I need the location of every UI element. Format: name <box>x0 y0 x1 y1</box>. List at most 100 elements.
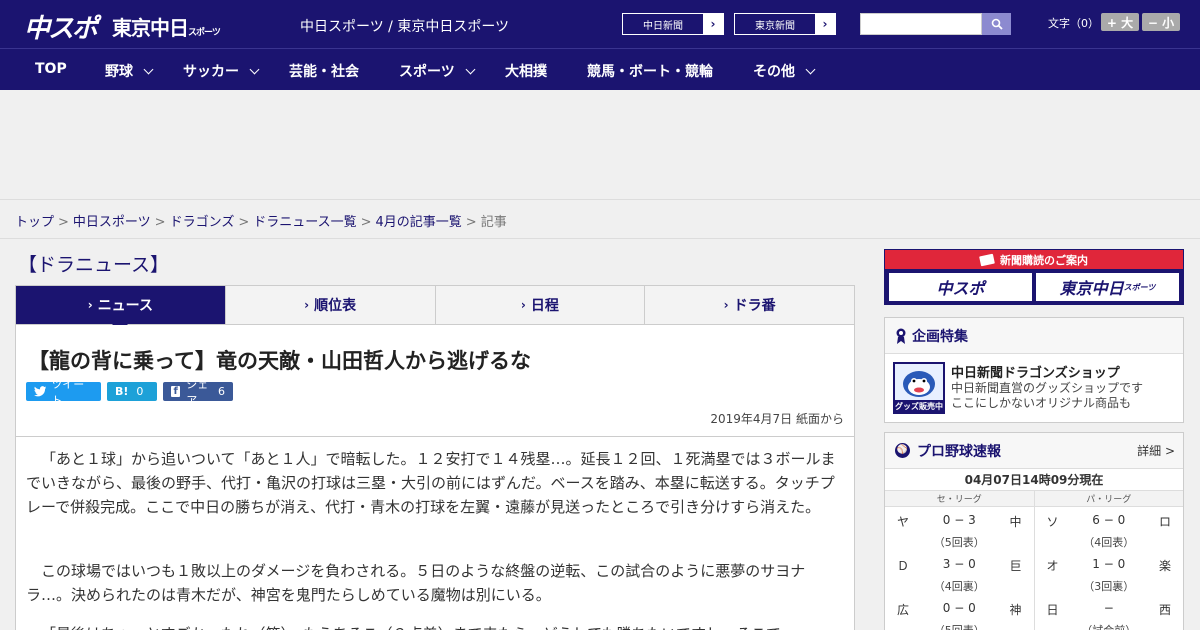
site-links[interactable]: 中日スポーツ / 東京中日スポーツ <box>300 16 509 36</box>
shop-desc-line: ここにしかないオリジナル商品も <box>951 396 1132 410</box>
chunichi-shimbun-button[interactable]: 中日新聞 › <box>622 13 724 35</box>
game-row[interactable]: Ｄ 3 − 0 巨 （4回裏） <box>885 551 1034 595</box>
special-features-card: 企画特集 グッズ販売中 中日新聞ドラゴンズショップ 中日新聞直営のグッズショップ… <box>884 317 1184 423</box>
pro-baseball-header: ⚾ プロ野球速報 詳細 > <box>885 433 1183 469</box>
mascot-icon: グッズ販売中 <box>895 371 943 412</box>
game-row[interactable]: ソ 6 − 0 ロ （4回表） <box>1035 507 1184 551</box>
game-row[interactable]: 日 − 西 （試合前） <box>1035 595 1184 630</box>
nav-soccer[interactable]: サッカー <box>183 61 260 81</box>
game-inning: （3回裏） <box>1083 580 1135 593</box>
breadcrumb: トップ > 中日スポーツ > ドラゴンズ > ドラニュース一覧 >4月の記事一覧 > 記事 <box>15 211 507 230</box>
away-team: ロ <box>1158 515 1171 529</box>
breadcrumb-sep: > <box>238 215 250 230</box>
tweet-button[interactable]: ツイート <box>26 378 101 407</box>
nav-label: 芸能・社会 <box>289 64 359 80</box>
pro-baseball-card: ⚾ プロ野球速報 詳細 > 04月07日14時09分現在 セ・リーグ パ・リーグ… <box>884 432 1184 630</box>
nav-entertainment[interactable]: 芸能・社会 <box>289 61 359 81</box>
facebook-share-button[interactable]: f シェア 6 <box>163 378 233 407</box>
tokyo-chunichi-logo[interactable]: 東京中日スポーツ <box>112 12 221 41</box>
nav-label: 野球 <box>105 64 133 80</box>
ribbon-icon <box>896 328 906 344</box>
breadcrumb-sep: > <box>58 215 69 230</box>
font-size-label: 文字（0） <box>1048 17 1099 30</box>
ad-area <box>0 90 1200 200</box>
breadcrumb-april[interactable]: 4月の記事一覧 <box>376 215 462 230</box>
tab-news[interactable]: › ニュース <box>16 286 226 332</box>
chevron-right-icon: › <box>703 14 723 34</box>
league-header-row: セ・リーグ パ・リーグ <box>885 491 1183 507</box>
central-league-games: ヤ 0 − 3 中 （5回表） Ｄ 3 − 0 巨 （4回裏） 広 0 − 0 … <box>885 507 1035 630</box>
article-headline: 【龍の背に乗って】竜の天敵・山田哲人から逃げるな <box>28 349 531 373</box>
chuspo-subscribe-logo[interactable]: 中スポ <box>889 273 1032 301</box>
font-smaller-button[interactable]: − 小 <box>1142 13 1180 31</box>
subscription-banner-title: 新聞購読のご案内 <box>885 250 1183 269</box>
tokyo-shimbun-label: 東京新聞 <box>755 20 795 32</box>
breadcrumb-sep: > <box>154 215 166 230</box>
article-tabs: › ニュース › 順位表 › 日程 › ドラ番 <box>15 285 855 332</box>
newspaper-icon <box>979 253 995 266</box>
nav-label: TOP <box>35 61 67 77</box>
nav-others[interactable]: その他 <box>753 61 816 81</box>
game-inning: （5回表） <box>933 536 985 549</box>
tab-label: ニュース <box>97 298 153 314</box>
nav-baseball[interactable]: 野球 <box>105 61 154 81</box>
away-team: 楽 <box>1158 559 1171 573</box>
subscription-banner[interactable]: 新聞購読のご案内 中スポ 東京中日 スポーツ <box>884 249 1184 305</box>
nav-racing[interactable]: 競馬・ボート・競輪 <box>587 61 713 81</box>
nav-sports[interactable]: スポーツ <box>399 61 476 81</box>
font-larger-button[interactable]: + 大 <box>1101 13 1139 31</box>
share-label: シェア <box>186 377 209 407</box>
breadcrumb-chunichi-sports[interactable]: 中日スポーツ <box>73 215 151 230</box>
section-title: 【ドラニュース】 <box>18 254 170 276</box>
article-dateline: 2019年4月7日 紙面から <box>710 412 844 426</box>
tab-standings[interactable]: › 順位表 <box>226 286 436 324</box>
tokyo-sub-logo-small: スポーツ <box>1123 282 1156 292</box>
hatena-bookmark-button[interactable]: B! 0 <box>107 382 157 401</box>
tab-doraban[interactable]: › ドラ番 <box>645 286 854 324</box>
tab-label: ドラ番 <box>733 298 776 314</box>
facebook-icon: f <box>171 386 181 397</box>
dragons-shop-item[interactable]: グッズ販売中 中日新聞ドラゴンズショップ 中日新聞直営のグッズショップです ここ… <box>885 354 1183 416</box>
chevron-down-icon <box>249 64 260 75</box>
tab-schedule[interactable]: › 日程 <box>436 286 646 324</box>
nav-label: 大相撲 <box>505 64 547 80</box>
shop-badge-text: グッズ販売中 <box>895 401 943 411</box>
chevron-down-icon <box>805 64 816 75</box>
main-nav: TOP 野球 サッカー 芸能・社会 スポーツ 大相撲 競馬・ボート・競輪 その他 <box>0 48 1200 90</box>
tokyo-logo-small: スポーツ <box>188 28 221 38</box>
shop-title: 中日新聞ドラゴンズショップ <box>951 366 1120 381</box>
tokyo-logo-text: 東京中日 <box>112 16 189 40</box>
score-timestamp: 04月07日14時09分現在 <box>885 469 1183 491</box>
breadcrumb-dragons[interactable]: ドラゴンズ <box>170 215 235 230</box>
nav-label: スポーツ <box>399 64 455 80</box>
nav-sumo[interactable]: 大相撲 <box>505 61 547 81</box>
article-paragraph: 「最後はちょっとすごかったね（笑）。もうあそこ（２点差）まで来たら、どうしても勝… <box>26 622 844 630</box>
tweet-label: ツイート <box>51 377 85 407</box>
search-input[interactable] <box>860 13 982 35</box>
chevron-right-icon: › <box>815 14 835 34</box>
game-row[interactable]: オ 1 − 0 楽 （3回裏） <box>1035 551 1184 595</box>
breadcrumb-top[interactable]: トップ <box>15 215 54 230</box>
chevron-down-icon <box>143 64 154 75</box>
search-button[interactable] <box>982 13 1011 35</box>
share-buttons: ツイート B! 0 f シェア 6 <box>26 378 233 407</box>
chuspo-logo[interactable]: 中スポ <box>24 8 98 45</box>
search-icon <box>991 18 1003 30</box>
away-team: 中 <box>1009 515 1022 529</box>
twitter-icon <box>34 386 47 397</box>
game-row[interactable]: 広 0 − 0 神 （5回表） <box>885 595 1034 630</box>
chevron-right-icon: › <box>304 298 310 312</box>
game-row[interactable]: ヤ 0 − 3 中 （5回表） <box>885 507 1034 551</box>
article-paragraph: この球場ではいつも１敗以上のダメージを負わされる。５日のような終盤の逆転、この試… <box>26 562 806 604</box>
game-inning: （5回表） <box>885 622 1034 630</box>
tokyo-chunichi-subscribe-logo[interactable]: 東京中日 スポーツ <box>1036 273 1179 301</box>
chevron-down-icon <box>465 64 476 75</box>
scores-detail-link[interactable]: 詳細 > <box>1137 442 1175 459</box>
special-features-header: 企画特集 <box>885 318 1183 354</box>
nav-top[interactable]: TOP <box>35 61 67 77</box>
score-grid: ヤ 0 − 3 中 （5回表） Ｄ 3 − 0 巨 （4回裏） 広 0 − 0 … <box>885 507 1183 630</box>
tokyo-shimbun-button[interactable]: 東京新聞 › <box>734 13 836 35</box>
special-features-title: 企画特集 <box>912 328 968 345</box>
breadcrumb-dora-news[interactable]: ドラニュース一覧 <box>253 215 356 230</box>
away-team: 神 <box>1009 603 1022 617</box>
